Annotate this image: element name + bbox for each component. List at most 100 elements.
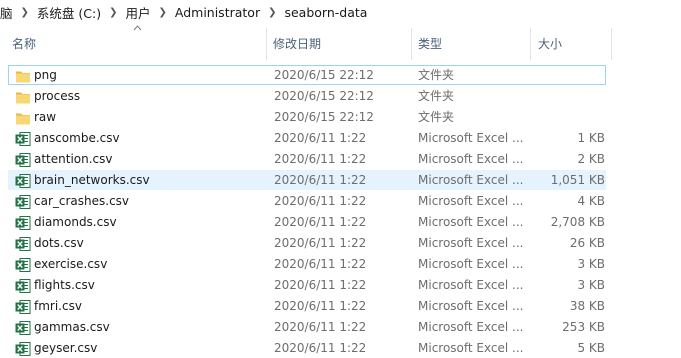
file-modified-date: 2020/6/11 1:22 — [274, 341, 367, 355]
file-row[interactable]: process 2020/6/15 22:12 文件夹 — [8, 86, 606, 106]
file-type: Microsoft Excel ... — [418, 320, 524, 334]
column-header-name[interactable]: 名称 — [12, 24, 36, 64]
folder-icon — [16, 92, 30, 104]
excel-icon — [15, 132, 31, 146]
file-name: anscombe.csv — [34, 131, 120, 145]
file-name: fmri.csv — [34, 299, 82, 313]
file-modified-date: 2020/6/15 22:12 — [274, 110, 374, 124]
file-modified-date: 2020/6/11 1:22 — [274, 299, 367, 313]
file-name: geyser.csv — [34, 341, 98, 355]
file-size: 3 KB — [577, 278, 605, 292]
sort-ascending-icon — [133, 25, 142, 31]
excel-icon — [15, 258, 31, 272]
file-type: Microsoft Excel ... — [418, 215, 524, 229]
column-divider[interactable] — [266, 28, 267, 60]
file-modified-date: 2020/6/11 1:22 — [274, 194, 367, 208]
file-row[interactable]: car_crashes.csv 2020/6/11 1:22 Microsoft E… — [8, 191, 606, 211]
file-size — [529, 108, 605, 127]
file-row[interactable]: gammas.csv 2020/6/11 1:22 Microsoft Excel … — [8, 317, 606, 337]
file-modified-date: 2020/6/11 1:22 — [274, 131, 367, 145]
chevron-right-icon[interactable]: ❯ — [19, 7, 31, 18]
file-row[interactable]: anscombe.csv 2020/6/11 1:22 Microsoft Exce… — [8, 128, 606, 148]
breadcrumb-item-drive[interactable]: 系统盘 (C:) — [31, 3, 107, 22]
excel-icon — [15, 195, 31, 209]
file-size: 2 KB — [577, 152, 605, 166]
breadcrumb: 脑 ❯ 系统盘 (C:) ❯ 用户 ❯ Administrator ❯ seab… — [0, 0, 681, 24]
column-divider[interactable] — [530, 28, 531, 60]
file-row[interactable]: geyser.csv 2020/6/11 1:22 Microsoft Excel … — [8, 338, 606, 358]
file-row[interactable]: attention.csv 2020/6/11 1:22 Microsoft Exc… — [8, 149, 606, 169]
file-row[interactable]: exercise.csv 2020/6/11 1:22 Microsoft Exce… — [8, 254, 606, 274]
file-size: 253 KB — [562, 320, 605, 334]
breadcrumb-item-computer[interactable]: 脑 — [0, 3, 19, 22]
file-type: Microsoft Excel ... — [418, 173, 524, 187]
excel-icon — [15, 321, 31, 335]
file-type: Microsoft Excel ... — [418, 341, 524, 355]
file-type: 文件夹 — [418, 68, 455, 82]
file-modified-date: 2020/6/11 1:22 — [274, 215, 367, 229]
file-name: diamonds.csv — [34, 215, 117, 229]
excel-icon — [15, 174, 31, 188]
file-size — [529, 87, 605, 106]
file-type: 文件夹 — [418, 110, 455, 124]
file-size: 1 KB — [577, 131, 605, 145]
file-size: 2,708 KB — [550, 215, 605, 229]
breadcrumb-item-users[interactable]: 用户 — [119, 3, 156, 22]
file-modified-date: 2020/6/11 1:22 — [274, 236, 367, 250]
column-header-date[interactable]: 修改日期 — [273, 24, 321, 64]
file-row[interactable]: png 2020/6/15 22:12 文件夹 — [8, 65, 606, 85]
excel-icon — [15, 342, 31, 356]
folder-icon — [16, 113, 30, 125]
file-type: Microsoft Excel ... — [418, 257, 524, 271]
column-header-type[interactable]: 类型 — [418, 24, 442, 64]
file-name: flights.csv — [34, 278, 95, 292]
file-row[interactable]: raw 2020/6/15 22:12 文件夹 — [8, 107, 606, 127]
excel-icon — [15, 216, 31, 230]
file-modified-date: 2020/6/11 1:22 — [274, 173, 367, 187]
file-name: raw — [34, 110, 57, 124]
chevron-right-icon[interactable]: ❯ — [156, 7, 168, 18]
file-type: Microsoft Excel ... — [418, 278, 524, 292]
file-size: 4 KB — [577, 194, 605, 208]
file-size: 1,051 KB — [550, 173, 605, 187]
excel-icon — [15, 300, 31, 314]
excel-icon — [15, 237, 31, 251]
chevron-right-icon[interactable]: ❯ — [107, 7, 119, 18]
column-header-size[interactable]: 大小 — [538, 24, 562, 64]
file-type: 文件夹 — [418, 89, 455, 103]
file-name: png — [34, 68, 57, 82]
breadcrumb-item-current-folder[interactable]: seaborn-data — [278, 5, 373, 20]
column-header-row: 名称 修改日期 类型 大小 — [0, 24, 612, 64]
file-modified-date: 2020/6/11 1:22 — [274, 257, 367, 271]
file-modified-date: 2020/6/11 1:22 — [274, 320, 367, 334]
file-name: exercise.csv — [34, 257, 108, 271]
column-divider[interactable] — [611, 28, 612, 60]
file-size: 5 KB — [577, 341, 605, 355]
file-name: brain_networks.csv — [34, 173, 150, 187]
folder-icon — [16, 71, 30, 83]
file-row[interactable]: dots.csv 2020/6/11 1:22 Microsoft Excel ..… — [8, 233, 606, 253]
file-modified-date: 2020/6/11 1:22 — [274, 152, 367, 166]
breadcrumb-item-administrator[interactable]: Administrator — [169, 5, 266, 20]
file-row[interactable]: diamonds.csv 2020/6/11 1:22 Microsoft Exce… — [8, 212, 606, 232]
file-row[interactable]: brain_networks.csv 2020/6/11 1:22 Microsof… — [8, 170, 606, 190]
file-type: Microsoft Excel ... — [418, 194, 524, 208]
file-modified-date: 2020/6/15 22:12 — [274, 68, 374, 82]
file-name: dots.csv — [34, 236, 84, 250]
column-divider[interactable] — [411, 28, 412, 60]
excel-icon — [15, 279, 31, 293]
excel-icon — [15, 153, 31, 167]
file-type: Microsoft Excel ... — [418, 131, 524, 145]
file-type: Microsoft Excel ... — [418, 236, 524, 250]
file-size: 26 KB — [569, 236, 605, 250]
file-name: car_crashes.csv — [34, 194, 130, 208]
file-modified-date: 2020/6/11 1:22 — [274, 278, 367, 292]
file-type: Microsoft Excel ... — [418, 152, 524, 166]
chevron-right-icon[interactable]: ❯ — [266, 7, 278, 18]
file-name: process — [34, 89, 81, 103]
file-size: 3 KB — [577, 257, 605, 271]
file-name: gammas.csv — [34, 320, 110, 334]
file-modified-date: 2020/6/15 22:12 — [274, 89, 374, 103]
file-row[interactable]: flights.csv 2020/6/11 1:22 Microsoft Excel… — [8, 275, 606, 295]
file-row[interactable]: fmri.csv 2020/6/11 1:22 Microsoft Excel ..… — [8, 296, 606, 316]
